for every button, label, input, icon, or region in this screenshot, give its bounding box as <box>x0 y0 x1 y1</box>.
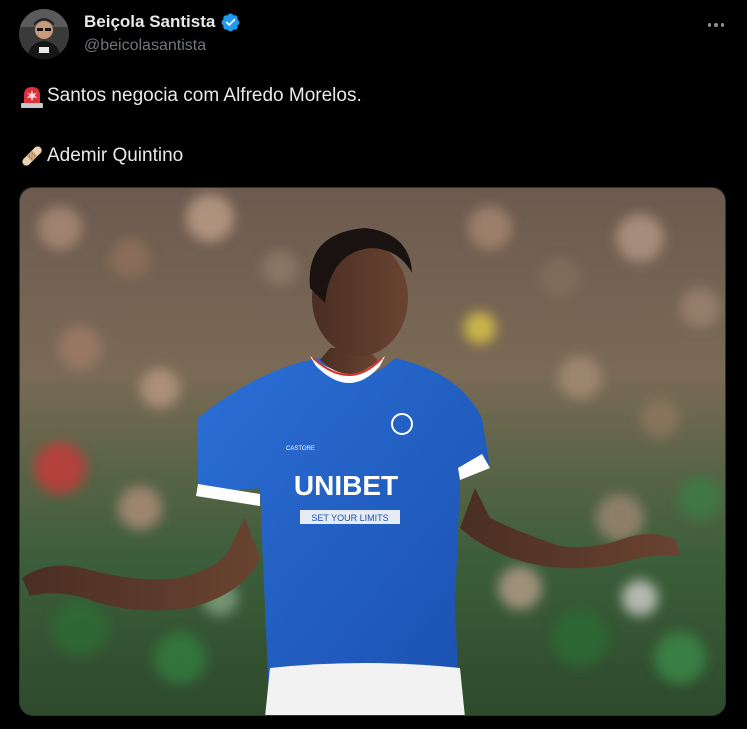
tweet-text: Santos negocia com Alfredo Morelos. Adem… <box>19 83 729 169</box>
rotating-light-icon <box>21 87 43 108</box>
tweet-line-1: Santos negocia com Alfredo Morelos. <box>19 83 729 109</box>
tweet-line-1-text: Santos negocia com Alfredo Morelos. <box>47 85 362 106</box>
adhesive-bandage-icon <box>22 146 42 166</box>
shirt-tagline-text: SET YOUR LIMITS <box>311 513 388 523</box>
author-handle[interactable]: @beicolasantista <box>84 35 241 57</box>
tweet-media-photo[interactable]: UNIBET SET YOUR LIMITS CASTORE <box>19 187 726 716</box>
tweet-line-2: Ademir Quintino <box>19 143 729 169</box>
verified-badge-icon <box>221 13 240 31</box>
player-photo: UNIBET SET YOUR LIMITS CASTORE <box>20 188 725 715</box>
shirt-sponsor-text: UNIBET <box>294 470 398 501</box>
avatar[interactable] <box>19 9 69 59</box>
more-options-icon[interactable] <box>703 15 729 35</box>
tweet-header: Beiçola Santista @beicolasantista <box>19 9 729 61</box>
author-display-name[interactable]: Beiçola Santista <box>84 11 215 33</box>
avatar-photo <box>19 9 69 59</box>
shirt-kit-brand-text: CASTORE <box>286 446 315 452</box>
author-names: Beiçola Santista @beicolasantista <box>84 11 241 57</box>
author-display-name-row[interactable]: Beiçola Santista <box>84 11 241 33</box>
tweet-line-2-text: Ademir Quintino <box>47 145 184 166</box>
